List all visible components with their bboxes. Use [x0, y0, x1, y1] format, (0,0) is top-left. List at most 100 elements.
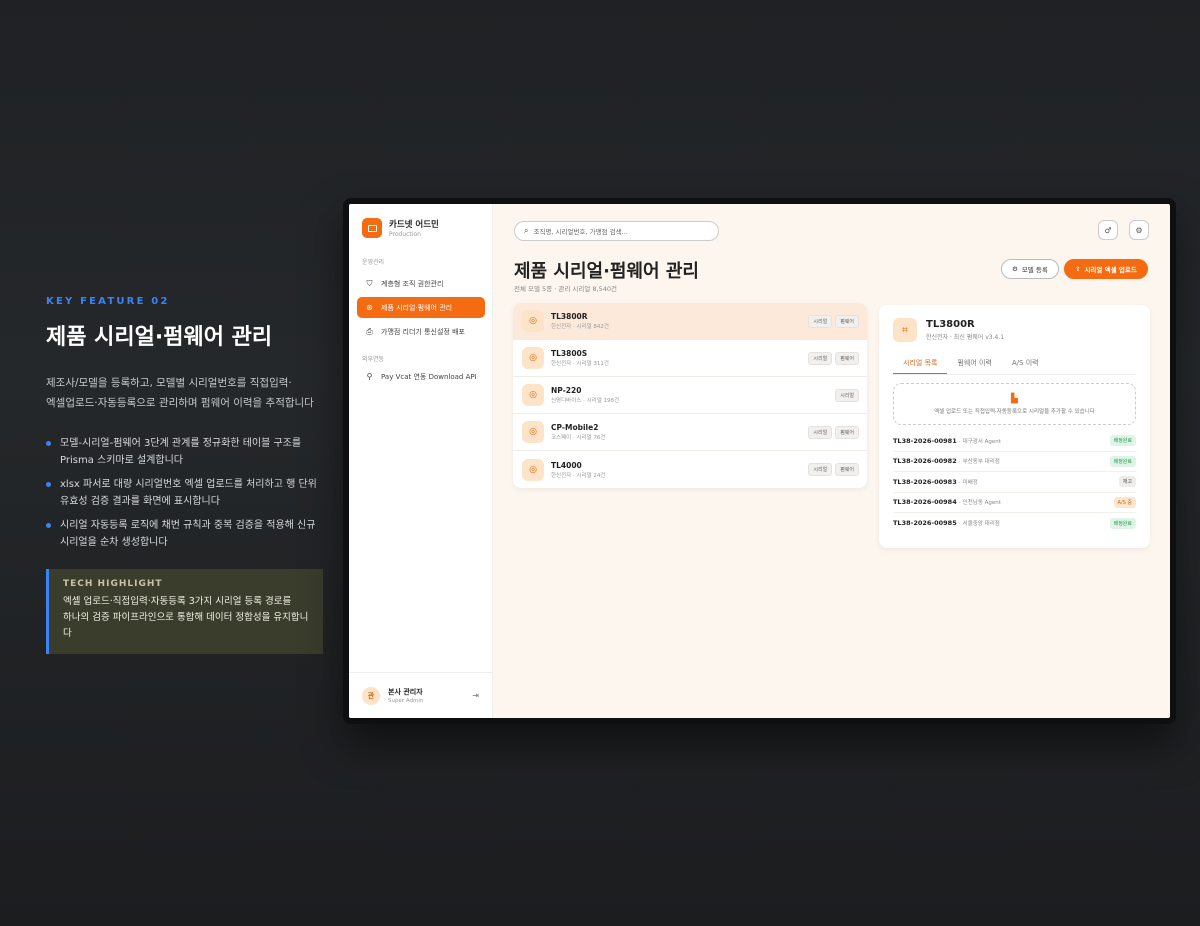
serial-owner: 부산동부 대리점: [962, 459, 1000, 466]
list-item[interactable]: ◎ CP-Mobile2 코스페이 · 시리얼 76건 시리얼 펌웨어: [513, 414, 867, 451]
search-icon: ⌕: [524, 226, 529, 235]
register-model-label: 모델 등록: [1021, 266, 1048, 274]
detail-tabs: 시리얼 목록 펌웨어 이력 A/S 이력: [893, 352, 1136, 375]
sidebar-item-label: 제품 시리얼·펌웨어 관리: [381, 303, 453, 312]
gauge-icon: ♂: [1104, 225, 1112, 235]
tab-firmware-history[interactable]: 펌웨어 이력: [947, 352, 1001, 374]
sidebar-nav: ⛉ 계층형 조직 권한관리 ⊛ 제품 시리얼·펌웨어 관리 ⎙ 가맹점 리더기 …: [349, 273, 492, 342]
brand-name: 카드넷 어드민: [389, 220, 439, 230]
model-detail-panel: ⌗ TL3800R 한신전자 · 최신 펌웨어 v3.4.1 시리얼 목록 펌웨…: [879, 305, 1150, 548]
sidebar-item-org-permissions[interactable]: ⛉ 계층형 조직 권한관리: [357, 273, 485, 294]
feature-bullet: 모델-시리얼-펌웨어 3단계 관계를 정규화한 테이블 구조를 Prisma 스…: [46, 435, 326, 469]
gear-icon: ⚙: [1135, 225, 1143, 235]
list-item[interactable]: ◎ TL4000 한신전자 · 시리얼 24건 시리얼 펌웨어: [513, 451, 867, 488]
register-model-button[interactable]: ⚙ 모델 등록: [1001, 259, 1059, 279]
serial-owner: 서울중앙 대리점: [962, 521, 1000, 528]
model-name: CP-Mobile2: [551, 423, 599, 432]
feature-bullets: 모델-시리얼-펌웨어 3단계 관계를 정규화한 테이블 구조를 Prisma 스…: [46, 435, 326, 551]
list-item[interactable]: ◎ TL3800S 한신전자 · 시리얼 311건 시리얼 펌웨어: [513, 340, 867, 377]
sidebar-section-ops: 운영관리: [362, 259, 385, 266]
tab-serial-list[interactable]: 시리얼 목록: [893, 352, 948, 374]
page-title: 제품 시리얼·펌웨어 관리: [514, 261, 699, 282]
search-placeholder: 조직명, 시리얼번호, 가맹점 검색...: [533, 228, 628, 236]
tag-serial: 시리얼: [808, 351, 833, 365]
upload-serial-excel-button[interactable]: ⇪ 시리얼 엑셀 업로드: [1064, 259, 1148, 279]
status-badge: 배정완료: [1109, 517, 1136, 529]
link-icon: ⚲: [366, 372, 373, 381]
model-name: TL4000: [551, 460, 582, 470]
sidebar-item-serial-firmware[interactable]: ⊛ 제품 시리얼·펌웨어 관리: [357, 297, 485, 318]
serial-owner: 인천남동 Agent: [962, 500, 1001, 507]
tech-highlight-body: 엑셀 업로드·직접입력·자동등록 3가지 시리얼 등록 경로를 하나의 검증 파…: [63, 596, 309, 639]
chip-icon: ◎: [522, 421, 544, 443]
serial-owner: 대구광서 Agent: [962, 438, 1001, 445]
chip-icon: ◎: [522, 458, 544, 481]
feature-bullet: 시리얼 자동등록 로직에 채번 규칙과 중복 검증을 적용해 신규 시리얼을 순…: [46, 517, 326, 551]
upload-icon: ⇪: [1075, 265, 1081, 273]
device-frame: 카드넷 어드민 Production 운영관리 ⛉ 계층형 조직 권한관리 ⊛ …: [343, 198, 1176, 724]
serial-drop-zone[interactable]: ▙ 엑셀 업로드 또는 직접입력·자동등록으로 시리얼을 추가할 수 있습니다: [893, 383, 1136, 425]
table-row[interactable]: TL38-2026-00981 · 대구광서 Agent 배정완료: [893, 431, 1136, 452]
tag-firmware: 펌웨어: [835, 463, 859, 476]
model-name: NP-220: [551, 386, 582, 395]
drop-zone-text: 엑셀 업로드 또는 직접입력·자동등록으로 시리얼을 추가할 수 있습니다: [934, 408, 1095, 415]
chip-icon: ◎: [522, 384, 544, 406]
search-input[interactable]: ⌕ 조직명, 시리얼번호, 가맹점 검색...: [514, 221, 719, 241]
feature-title: 제품 시리얼·펌웨어 관리: [46, 325, 273, 350]
status-badge: 배정완료: [1109, 435, 1136, 447]
user-role: Super Admin: [388, 698, 424, 704]
serial-code: TL38-2026-00983: [893, 477, 957, 486]
tag-firmware: 펌웨어: [835, 314, 859, 328]
tag-serial: 시리얼: [808, 425, 833, 439]
gauge-button[interactable]: ♂: [1098, 220, 1118, 240]
brand[interactable]: 카드넷 어드민 Production: [349, 204, 492, 238]
serial-owner: 미배정: [962, 479, 978, 486]
table-row[interactable]: TL38-2026-00982 · 부산동부 대리점 배정완료: [893, 452, 1136, 472]
logout-icon[interactable]: ⇥: [472, 691, 479, 700]
serial-list: TL38-2026-00981 · 대구광서 Agent 배정완료 TL38-2…: [893, 431, 1136, 534]
scan-icon: ⌗: [893, 318, 917, 342]
sidebar-item-label: Pay Vcat 연동 Download API: [381, 373, 477, 381]
status-badge: 배정완료: [1109, 455, 1136, 467]
feature-panel: KEY FEATURE 02 제품 시리얼·펌웨어 관리 제조사/모델을 등록하…: [46, 296, 326, 654]
printer-icon: ⎙: [366, 326, 373, 336]
chip-icon: ⊛: [366, 303, 373, 312]
detail-model-sub: 한신전자 · 최신 펌웨어 v3.4.1: [926, 334, 1005, 341]
sidebar-section-ext: 외부연동: [362, 356, 385, 363]
tech-highlight: TECH HIGHLIGHT 엑셀 업로드·직접입력·자동등록 3가지 시리얼 …: [46, 569, 323, 654]
sidebar-item-payvcat-api[interactable]: ⚲ Pay Vcat 연동 Download API: [357, 370, 485, 382]
serial-code: TL38-2026-00985: [893, 519, 957, 528]
sidebar-nav-ext: ⚲ Pay Vcat 연동 Download API: [349, 370, 492, 382]
detail-model-name: TL3800R: [926, 319, 975, 330]
status-badge: 재고: [1118, 476, 1136, 488]
page-subtitle: 전체 모델 5종 · 관리 시리얼 8,540건: [514, 285, 617, 293]
feature-description: 제조사/모델을 등록하고, 모델별 시리얼번호를 직접입력· 엑셀업로드·자동등…: [46, 377, 314, 409]
user-name: 본사 관리자: [388, 688, 423, 696]
settings-button[interactable]: ⚙: [1129, 220, 1149, 240]
tag-serial: 시리얼: [808, 463, 833, 476]
list-item[interactable]: ◎ TL3800R 한신전자 · 시리얼 842건 시리얼 펌웨어: [513, 303, 867, 340]
model-name: TL3800R: [551, 312, 588, 321]
serial-code: TL38-2026-00984: [893, 498, 957, 507]
chip-icon: ◎: [522, 310, 544, 332]
table-row[interactable]: TL38-2026-00985 · 서울중앙 대리점 배정완료: [893, 513, 1136, 534]
feature-bullet: xlsx 파서로 대량 시리얼번호 엑셀 업로드를 처리하고 행 단위 유효성 …: [46, 476, 326, 510]
model-name: TL3800S: [551, 349, 588, 358]
tab-as-history[interactable]: A/S 이력: [1002, 352, 1049, 374]
brand-env: Production: [389, 231, 421, 238]
serial-code: TL38-2026-00982: [893, 457, 957, 466]
chip-icon: ◎: [522, 347, 544, 369]
tag-serial: 시리얼: [808, 314, 833, 328]
upload-serial-label: 시리얼 엑셀 업로드: [1084, 266, 1137, 274]
model-sub: 신명디바이스 · 시리얼 198건: [551, 398, 620, 404]
status-badge: A/S 중: [1113, 496, 1136, 508]
app-screen: 카드넷 어드민 Production 운영관리 ⛉ 계층형 조직 권한관리 ⊛ …: [349, 204, 1170, 718]
sidebar-item-reader-config[interactable]: ⎙ 가맹점 리더기 통신설정 배포: [357, 321, 485, 342]
sidebar-item-label: 계층형 조직 권한관리: [381, 279, 444, 288]
tag-serial: 시리얼: [835, 388, 859, 402]
table-row[interactable]: TL38-2026-00984 · 인천남동 Agent A/S 중: [893, 493, 1136, 513]
list-item[interactable]: ◎ NP-220 신명디바이스 · 시리얼 198건 시리얼: [513, 377, 867, 414]
sidebar: 카드넷 어드민 Production 운영관리 ⛉ 계층형 조직 권한관리 ⊛ …: [349, 204, 493, 718]
table-row[interactable]: TL38-2026-00983 · 미배정 재고: [893, 472, 1136, 493]
avatar: 관: [362, 686, 380, 705]
